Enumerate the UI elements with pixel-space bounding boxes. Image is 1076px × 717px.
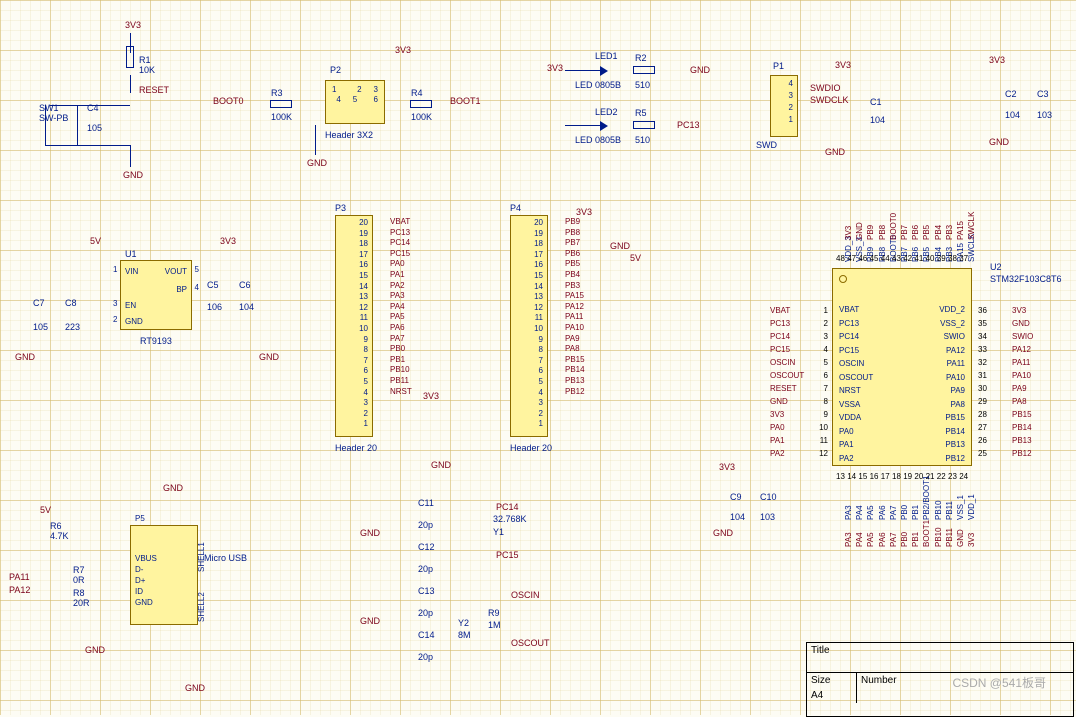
r1-body	[126, 46, 134, 68]
r2-body	[633, 66, 655, 74]
sw1-ref: SW1	[39, 103, 59, 113]
boot1-net: BOOT1	[450, 96, 481, 106]
reset-net: RESET	[139, 85, 169, 95]
net-3v3: 3V3	[125, 20, 141, 30]
u2-ref: U2	[990, 262, 1002, 272]
p1-header: P1 4 3 2 1	[770, 75, 798, 137]
led2-icon	[600, 121, 608, 131]
led1-icon	[600, 66, 608, 76]
r1-ref: R1	[139, 55, 151, 65]
u1-type: RT9193	[140, 336, 172, 346]
c4-ref: C4	[87, 103, 99, 113]
p5-usb: P5 VBUS D- D+ ID GND SHELL1 SHELL2	[130, 525, 198, 625]
sw1-val: SW-PB	[39, 113, 68, 123]
u1-regulator: U1 VIN VOUT BP EN GND 1 3 2 5 4	[120, 260, 192, 330]
c4-val: 105	[87, 123, 102, 133]
schematic-canvas: 3V3 R1 10K RESET C4 105 SW1 SW-PB GND 3V…	[0, 0, 1076, 715]
gnd-reset: GND	[123, 170, 143, 180]
r4-body	[410, 100, 432, 108]
p2-type: Header 3X2	[325, 130, 373, 140]
u2-type: STM32F103C8T6	[990, 274, 1062, 284]
boot0-net: BOOT0	[213, 96, 244, 106]
p2-header: P2 1 2 3 4 5 6	[325, 80, 385, 124]
r1-val: 10K	[139, 65, 155, 75]
watermark: CSDN @541板哥	[952, 674, 1046, 691]
r3-body	[270, 100, 292, 108]
